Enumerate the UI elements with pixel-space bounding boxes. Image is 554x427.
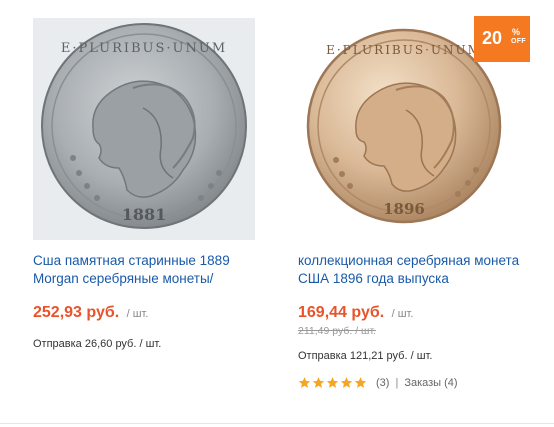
price-row: 169,44 руб. / шт. [298,304,413,322]
shipping-info: Отправка 121,21 руб. / шт. [298,350,433,362]
star-icon [340,377,353,388]
discount-badge: 20 % OFF [474,16,530,62]
coin-year-text: 1881 [122,205,167,224]
product-title-link[interactable]: Сша памятная старинные 1889 Morgan сереб… [33,252,263,288]
rating-row: (3) | Заказы (4) [298,376,458,389]
silver-coin-image: E·PLURIBUS·UNUM 1881 [41,23,247,229]
star-icon [354,377,367,388]
shipping-info: Отправка 26,60 руб. / шт. [33,338,162,350]
discount-off-label: OFF [511,38,526,45]
rating-count[interactable]: (3) [376,377,389,389]
star-icon [312,377,325,388]
discount-percent-sign: % [512,27,521,37]
bottom-divider [0,423,554,424]
old-price: 211,49 руб. / шт. [298,325,377,337]
price-row: 252,93 руб. / шт. [33,304,148,322]
price-unit: / шт. [391,308,414,320]
coin-year-text: 1896 [383,200,425,218]
coin-legend-text: E·PLURIBUS·UNUM [326,43,482,57]
product-title-link[interactable]: коллекционная серебряная монета США 1896… [298,252,528,288]
star-rating[interactable] [298,376,368,389]
coin-legend-text: E·PLURIBUS·UNUM [61,41,227,56]
product-price: 169,44 руб. [298,304,385,321]
star-icon [298,377,311,388]
discount-number: 20 [482,28,503,48]
price-unit: / шт. [126,308,149,320]
star-icon [326,377,339,388]
product-image[interactable]: E·PLURIBUS·UNUM 1881 [33,18,255,240]
separator: | [395,376,399,389]
product-price: 252,93 руб. [33,304,120,321]
orders-count[interactable]: Заказы (4) [404,377,457,389]
